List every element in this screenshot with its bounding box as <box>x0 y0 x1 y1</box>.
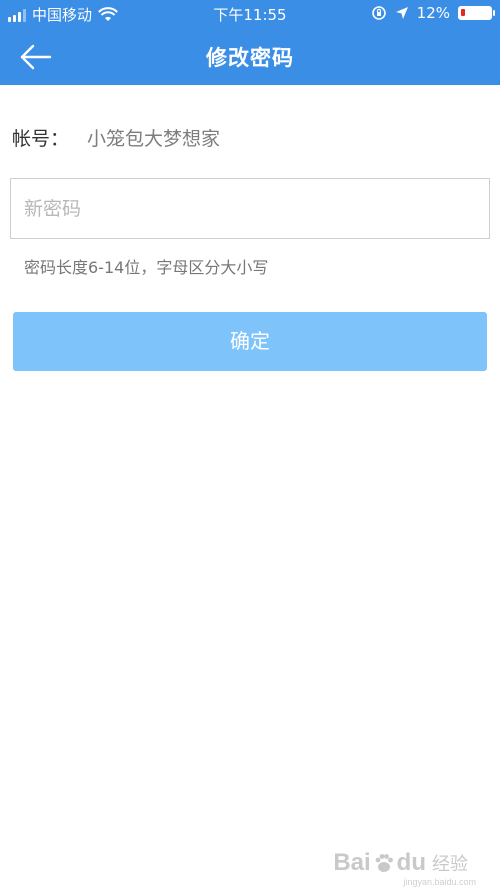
account-value: 小笼包大梦想家 <box>87 128 221 150</box>
new-password-field <box>10 178 490 239</box>
paw-icon <box>375 854 393 872</box>
watermark-url: jingyan.baidu.com <box>403 877 476 887</box>
account-label: 帐号： <box>12 128 70 150</box>
confirm-button[interactable]: 确定 <box>13 312 487 371</box>
password-hint: 密码长度6-14位，字母区分大小写 <box>24 258 269 277</box>
orientation-lock-icon <box>371 6 386 20</box>
page-title: 修改密码 <box>206 46 294 70</box>
baidu-watermark: Bai du 经验 <box>333 849 468 877</box>
nav-bar: 修改密码 <box>0 28 500 85</box>
location-icon <box>395 7 408 19</box>
account-row: 帐号： 小笼包大梦想家 <box>12 124 220 151</box>
watermark-cn: 经验 <box>432 854 468 874</box>
status-bar: 中国移动 下午11:55 12% <box>0 0 500 28</box>
status-right: 12% <box>371 4 495 22</box>
watermark-text: Bai <box>333 849 371 876</box>
watermark-text-2: du <box>396 849 426 876</box>
new-password-input[interactable] <box>11 179 489 238</box>
battery-icon <box>458 6 495 20</box>
battery-percent: 12% <box>416 4 450 22</box>
